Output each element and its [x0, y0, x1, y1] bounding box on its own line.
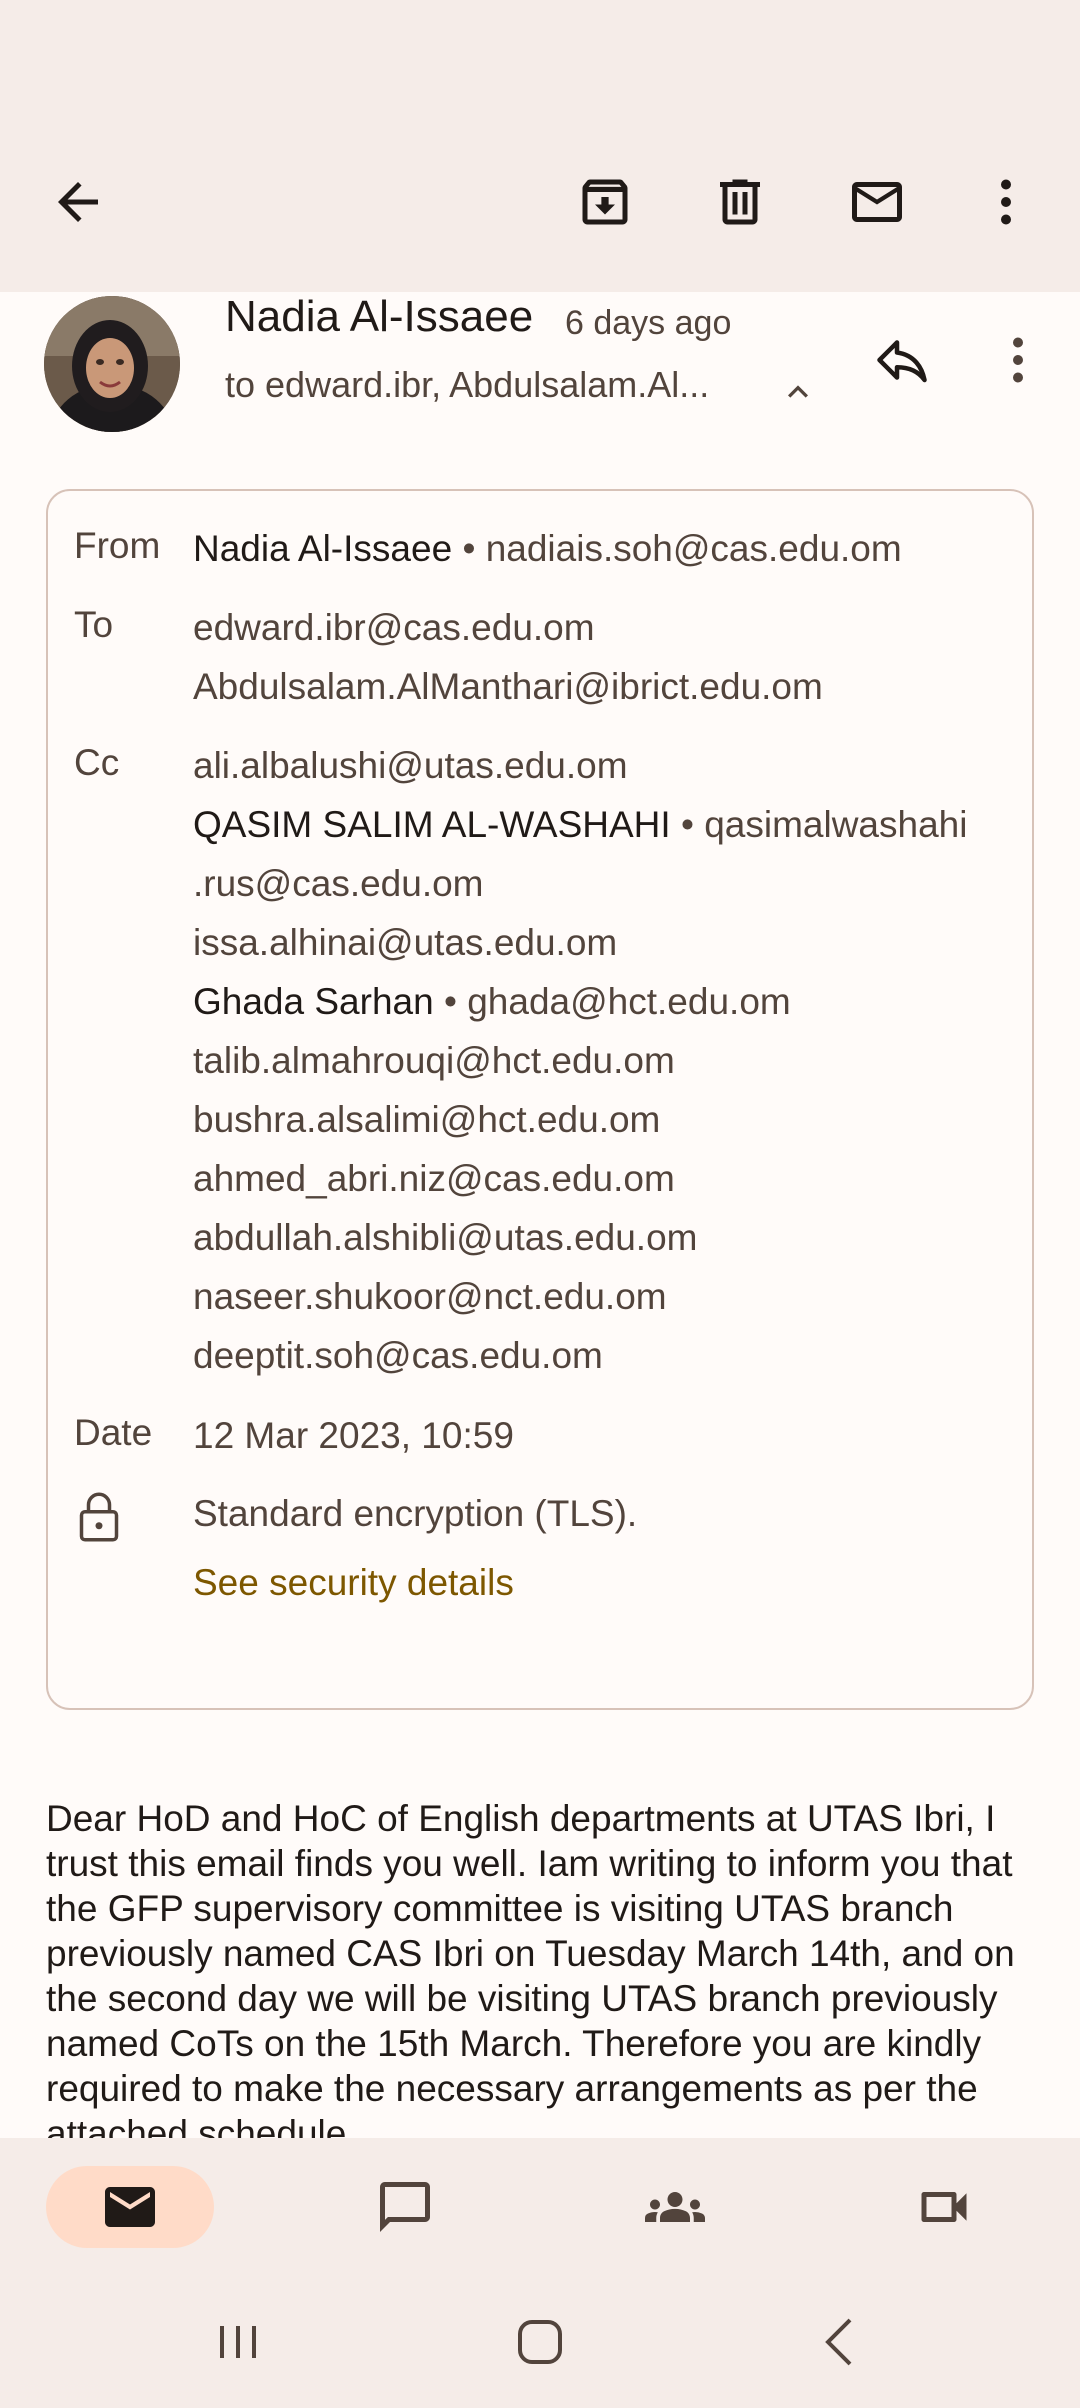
mark-unread-button[interactable]: [837, 162, 917, 242]
cc-email[interactable]: bushra.alsalimi@hct.edu.om: [193, 1090, 1012, 1149]
chevron-left-icon: [825, 2318, 852, 2366]
home-button[interactable]: [510, 2312, 570, 2372]
home-icon: [518, 2320, 562, 2364]
delete-button[interactable]: [700, 162, 780, 242]
nav-chat[interactable]: [321, 2166, 489, 2248]
nav-mail[interactable]: [46, 2166, 214, 2248]
lock-icon: [79, 1492, 119, 1542]
message-details-card: From Nadia Al-Issaee • nadiais.soh@cas.e…: [46, 489, 1034, 1710]
from-name[interactable]: Nadia Al-Issaee: [193, 528, 452, 569]
cc-label: Cc: [74, 742, 120, 783]
system-navigation-bar: [0, 2274, 1080, 2408]
sender-header: Nadia Al-Issaee 6 days ago to edward.ibr…: [0, 292, 1080, 452]
security-text: Standard encryption (TLS).: [193, 1493, 638, 1534]
cc-email[interactable]: naseer.shukoor@nct.edu.om: [193, 1267, 1012, 1326]
to-label: To: [74, 604, 114, 645]
recipients-summary[interactable]: to edward.ibr, Abdulsalam.Al...: [225, 364, 765, 406]
chevron-up-icon[interactable]: [778, 372, 818, 412]
cc-email[interactable]: issa.alhinai@utas.edu.om: [193, 913, 1012, 972]
more-options-button[interactable]: [966, 162, 1046, 242]
system-back-button[interactable]: [812, 2312, 872, 2372]
recents-button[interactable]: [208, 2312, 268, 2372]
cc-email[interactable]: ali.albalushi@utas.edu.om: [193, 736, 1012, 795]
cc-name[interactable]: QASIM SALIM AL-WASHAHI: [193, 804, 671, 845]
back-button[interactable]: [38, 162, 118, 242]
to-email[interactable]: Abdulsalam.AlManthari@ibrict.edu.om: [193, 657, 1012, 716]
nav-spaces[interactable]: [591, 2166, 759, 2248]
video-icon: [921, 2192, 967, 2222]
people-icon: [645, 2192, 705, 2222]
date-label: Date: [74, 1412, 153, 1453]
separator-dot: •: [462, 528, 476, 569]
message-more-button[interactable]: [978, 320, 1058, 400]
cc-name[interactable]: Ghada Sarhan: [193, 981, 434, 1022]
cc-email[interactable]: abdullah.alshibli@utas.edu.om: [193, 1208, 1012, 1267]
recents-icon: [220, 2326, 256, 2358]
sent-time: 6 days ago: [565, 304, 732, 342]
cc-email[interactable]: ahmed_abri.niz@cas.edu.om: [193, 1149, 1012, 1208]
message-body: Dear HoD and HoC of English departments …: [46, 1798, 1015, 2138]
avatar[interactable]: [44, 296, 180, 432]
separator-dot: •: [680, 804, 694, 845]
bottom-navigation: [0, 2138, 1080, 2274]
security-details-link[interactable]: See security details: [193, 1553, 1012, 1612]
reply-icon: [877, 340, 927, 383]
avatar-image: [44, 296, 180, 432]
nav-meet[interactable]: [860, 2166, 1028, 2248]
sender-name[interactable]: Nadia Al-Issaee: [225, 292, 533, 342]
top-app-bar: [0, 0, 1080, 292]
trash-icon: [720, 179, 760, 225]
cc-email[interactable]: .rus@cas.edu.om: [193, 854, 1012, 913]
chat-icon: [380, 2182, 430, 2232]
arrow-back-icon: [58, 182, 98, 222]
more-vert-icon: [1001, 179, 1011, 225]
archive-icon: [582, 179, 628, 225]
cc-email[interactable]: talib.almahrouqi@hct.edu.om: [193, 1031, 1012, 1090]
date-value: 12 Mar 2023, 10:59: [193, 1415, 514, 1456]
email-screen: Nadia Al-Issaee 6 days ago to edward.ibr…: [0, 0, 1080, 2408]
cc-email[interactable]: qasimalwashahi: [704, 804, 967, 845]
more-vert-icon: [1013, 337, 1023, 383]
from-label: From: [74, 525, 161, 566]
reply-button[interactable]: [862, 320, 942, 400]
from-email[interactable]: nadiais.soh@cas.edu.om: [486, 528, 902, 569]
mail-icon: [105, 2187, 155, 2227]
cc-email[interactable]: ghada@hct.edu.om: [467, 981, 791, 1022]
archive-button[interactable]: [565, 162, 645, 242]
cc-email[interactable]: deeptit.soh@cas.edu.om: [193, 1326, 1012, 1385]
mail-icon: [852, 182, 902, 222]
separator-dot: •: [443, 981, 457, 1022]
to-email[interactable]: edward.ibr@cas.edu.om: [193, 598, 1012, 657]
